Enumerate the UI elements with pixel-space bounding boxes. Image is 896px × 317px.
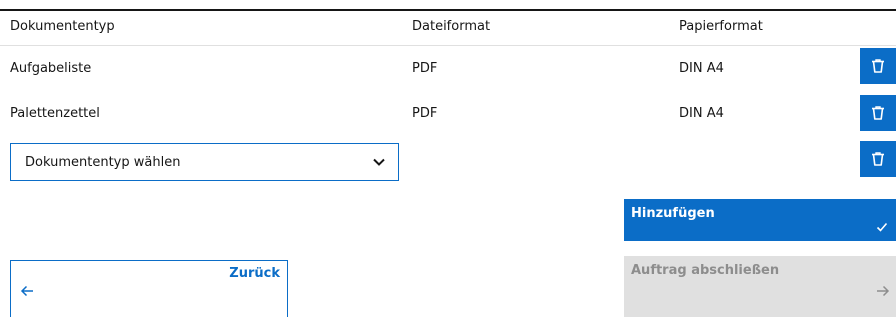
trash-icon [872, 152, 884, 166]
document-type-select-value: Dokumententyp wählen [25, 154, 181, 170]
delete-row-button[interactable] [860, 141, 896, 177]
delete-row-button[interactable] [860, 48, 896, 84]
chevron-down-icon [373, 158, 385, 166]
document-type-select[interactable]: Dokumententyp wählen [10, 143, 399, 181]
row-paper-format: DIN A4 [679, 106, 724, 121]
row-document-type: Aufgabeliste [10, 61, 92, 76]
column-header-file-format: Dateiformat [412, 19, 491, 34]
finish-order-button[interactable]: Auftrag abschließen [624, 256, 896, 317]
checkmark-icon [876, 222, 888, 232]
delete-row-button[interactable] [860, 95, 896, 131]
row-document-type: Palettenzettel [10, 106, 100, 121]
arrow-right-icon [877, 285, 890, 297]
back-button[interactable]: Zurück [10, 260, 288, 317]
row-file-format: PDF [412, 106, 438, 121]
column-header-document-type: Dokumententyp [10, 19, 115, 34]
table-top-rule [0, 9, 896, 11]
add-button[interactable]: Hinzufügen [624, 199, 896, 241]
row-file-format: PDF [412, 61, 438, 76]
add-button-label: Hinzufügen [631, 206, 715, 221]
back-button-label: Zurück [229, 266, 280, 281]
column-header-paper-format: Papierformat [679, 19, 763, 34]
trash-icon [872, 59, 884, 73]
row-paper-format: DIN A4 [679, 61, 724, 76]
header-divider [0, 45, 896, 46]
trash-icon [872, 106, 884, 120]
arrow-left-icon [20, 285, 33, 297]
finish-order-button-label: Auftrag abschließen [631, 263, 780, 278]
